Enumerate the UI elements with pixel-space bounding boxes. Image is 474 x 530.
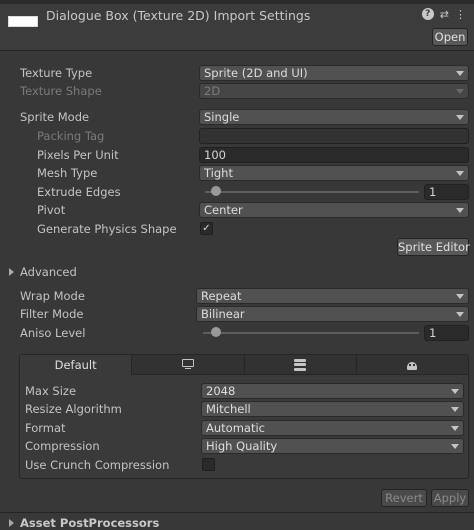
inspector-header: Dialogue Box (Texture 2D) Import Setting…	[0, 0, 474, 50]
tab-android[interactable]	[356, 355, 468, 375]
tab-standalone[interactable]	[132, 355, 245, 375]
tab-default[interactable]: Default	[20, 355, 133, 375]
pivot-dropdown[interactable]: Center	[199, 202, 469, 218]
texture-thumbnail	[8, 16, 38, 27]
use-crunch-compression-checkbox[interactable]	[202, 458, 215, 471]
chevron-down-icon	[451, 407, 459, 412]
filter-mode-dropdown[interactable]: Bilinear	[196, 306, 469, 322]
texture-shape-dropdown: 2D	[199, 83, 469, 99]
sprite-mode-value: Single	[204, 110, 240, 124]
chevron-down-icon	[456, 115, 464, 120]
extrude-edges-slider-track[interactable]	[205, 191, 419, 193]
chevron-down-icon	[451, 426, 459, 431]
pivot-value: Center	[204, 203, 243, 217]
format-value: Automatic	[206, 421, 265, 435]
compression-value: High Quality	[206, 439, 278, 453]
wrap-mode-label: Wrap Mode	[20, 289, 85, 303]
preset-icon[interactable]: ⇄	[440, 8, 449, 21]
aniso-level-slider-thumb[interactable]	[210, 327, 221, 337]
sprite-mode-dropdown[interactable]: Single	[199, 109, 469, 125]
sprite-editor-button[interactable]: Sprite Editor	[397, 238, 470, 256]
texture-shape-label: Texture Shape	[20, 84, 102, 98]
filter-mode-label: Filter Mode	[20, 307, 84, 321]
help-icon[interactable]: ?	[421, 8, 434, 20]
format-label: Format	[25, 421, 66, 435]
wrap-mode-value: Repeat	[201, 289, 242, 303]
more-options-icon[interactable]: ⋮	[455, 8, 466, 21]
compression-dropdown[interactable]: High Quality	[201, 438, 464, 454]
header-icons: ? ⇄ ⋮	[421, 8, 466, 21]
aniso-level-field[interactable]: 1	[424, 325, 469, 341]
wrap-mode-dropdown[interactable]: Repeat	[196, 288, 469, 304]
mesh-type-dropdown[interactable]: Tight	[199, 165, 469, 181]
chevron-down-icon	[456, 208, 464, 213]
chevron-down-icon	[456, 294, 464, 299]
chevron-down-icon	[456, 71, 464, 76]
max-size-label: Max Size	[25, 384, 77, 398]
packing-tag-label: Packing Tag	[37, 129, 105, 143]
mesh-type-value: Tight	[204, 166, 233, 180]
extrude-edges-slider-thumb[interactable]	[210, 186, 221, 196]
chevron-down-icon	[456, 171, 464, 176]
asset-postprocessors-foldout[interactable]: Asset PostProcessors	[20, 514, 159, 530]
header-top-strip	[0, 0, 474, 4]
chevron-down-icon	[456, 312, 464, 317]
open-button[interactable]: Open	[432, 28, 468, 46]
pivot-label: Pivot	[37, 203, 66, 217]
texture-type-dropdown[interactable]: Sprite (2D and UI)	[199, 65, 469, 81]
use-crunch-compression-label: Use Crunch Compression	[25, 458, 170, 472]
texture-type-value: Sprite (2D and UI)	[204, 66, 308, 80]
tab-server[interactable]	[244, 355, 357, 375]
footer-divider	[0, 512, 474, 513]
revert-button[interactable]: Revert	[381, 489, 427, 507]
advanced-foldout[interactable]: Advanced	[20, 263, 77, 281]
aniso-level-label: Aniso Level	[20, 326, 86, 340]
tab-default-label: Default	[54, 358, 97, 372]
platform-settings-panel: Default Max Size 2048 Resize Algorithm M…	[19, 354, 469, 479]
extrude-edges-label: Extrude Edges	[37, 185, 121, 199]
foldout-arrow-icon[interactable]	[9, 519, 14, 527]
compression-label: Compression	[25, 439, 100, 453]
chevron-down-icon	[451, 389, 459, 394]
extrude-edges-field[interactable]: 1	[424, 184, 469, 200]
chevron-down-icon	[456, 89, 464, 94]
texture-shape-value: 2D	[204, 84, 221, 98]
resize-algorithm-label: Resize Algorithm	[25, 402, 122, 416]
checkmark-icon: ✓	[202, 223, 211, 234]
packing-tag-field	[199, 128, 469, 144]
generate-physics-shape-label: Generate Physics Shape	[37, 222, 177, 236]
sprite-mode-label: Sprite Mode	[20, 110, 90, 124]
foldout-arrow-icon[interactable]	[9, 268, 14, 276]
generate-physics-shape-checkbox[interactable]: ✓	[200, 222, 213, 235]
format-dropdown[interactable]: Automatic	[201, 420, 464, 436]
platform-tab-bar: Default	[20, 355, 468, 375]
texture-type-label: Texture Type	[20, 66, 93, 80]
apply-button[interactable]: Apply	[431, 489, 469, 507]
resize-algorithm-value: Mitchell	[206, 402, 251, 416]
header-divider	[0, 50, 474, 51]
monitor-icon	[181, 358, 195, 371]
chevron-down-icon	[451, 444, 459, 449]
aniso-level-slider-track[interactable]	[203, 332, 419, 334]
mesh-type-label: Mesh Type	[37, 166, 98, 180]
pixels-per-unit-label: Pixels Per Unit	[37, 148, 119, 162]
max-size-dropdown[interactable]: 2048	[201, 383, 464, 399]
android-icon	[405, 359, 419, 371]
max-size-value: 2048	[206, 384, 236, 398]
filter-mode-value: Bilinear	[201, 307, 245, 321]
resize-algorithm-dropdown[interactable]: Mitchell	[201, 401, 464, 417]
server-icon	[293, 358, 307, 371]
pixels-per-unit-field[interactable]: 100	[199, 147, 469, 163]
header-title: Dialogue Box (Texture 2D) Import Setting…	[46, 8, 311, 23]
